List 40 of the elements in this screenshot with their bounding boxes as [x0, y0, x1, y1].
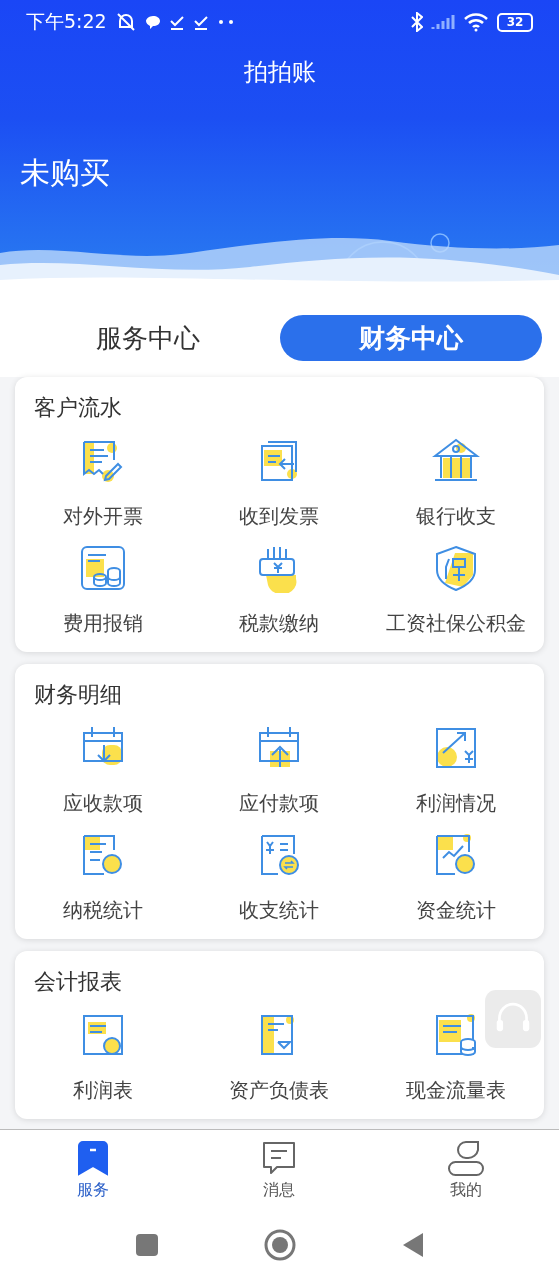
nav-tab[interactable]: 我的 — [446, 1140, 485, 1202]
battery-level: 32 — [497, 12, 533, 32]
chat-bubble-icon — [144, 14, 161, 30]
segment-tab[interactable]: 财务中心 — [279, 315, 542, 361]
function-label[interactable]: 利润表 — [73, 1078, 134, 1102]
function-label[interactable]: 应收款项 — [63, 791, 144, 815]
check-icon — [192, 14, 209, 30]
signal-icon — [431, 13, 455, 31]
wifi-icon — [463, 12, 489, 32]
section-title: 客户流水 — [33, 394, 123, 422]
function-label[interactable]: 纳税统计 — [63, 898, 144, 922]
mute-bell-icon — [114, 12, 137, 32]
recents-icon[interactable] — [135, 1234, 158, 1256]
purchase-status: 未购买 — [20, 154, 111, 192]
function-label[interactable]: 资金统计 — [415, 898, 496, 922]
function-label[interactable]: 收到发票 — [239, 504, 320, 528]
app-title: 拍拍账 — [242, 57, 317, 88]
function-label[interactable]: 收支统计 — [239, 898, 320, 922]
home-icon[interactable] — [263, 1229, 296, 1261]
function-label[interactable]: 利润情况 — [415, 791, 496, 815]
function-label[interactable]: 应付款项 — [239, 791, 320, 815]
function-label[interactable]: 费用报销 — [63, 611, 144, 635]
function-label[interactable]: 对外开票 — [63, 504, 144, 528]
function-label[interactable]: 银行收支 — [415, 504, 496, 528]
status-time: 下午5:22 — [26, 9, 107, 34]
bluetooth-icon — [411, 12, 423, 32]
more-dots-icon — [216, 19, 235, 25]
function-label[interactable]: 工资社保公积金 — [385, 611, 526, 635]
section-title: 会计报表 — [33, 968, 123, 996]
nav-tab[interactable]: 消息 — [261, 1140, 298, 1202]
function-label[interactable]: 税款缴纳 — [239, 611, 320, 635]
function-label[interactable]: 资产负债表 — [229, 1078, 330, 1102]
nav-tab[interactable]: 服务 — [75, 1140, 112, 1202]
message-icon — [261, 1140, 298, 1176]
back-icon[interactable] — [401, 1232, 424, 1258]
segment-tab[interactable]: 服务中心 — [17, 315, 280, 361]
section-title: 财务明细 — [33, 681, 123, 709]
check-icon — [168, 14, 185, 30]
function-label[interactable]: 现金流量表 — [405, 1078, 506, 1102]
person-icon — [446, 1140, 485, 1176]
